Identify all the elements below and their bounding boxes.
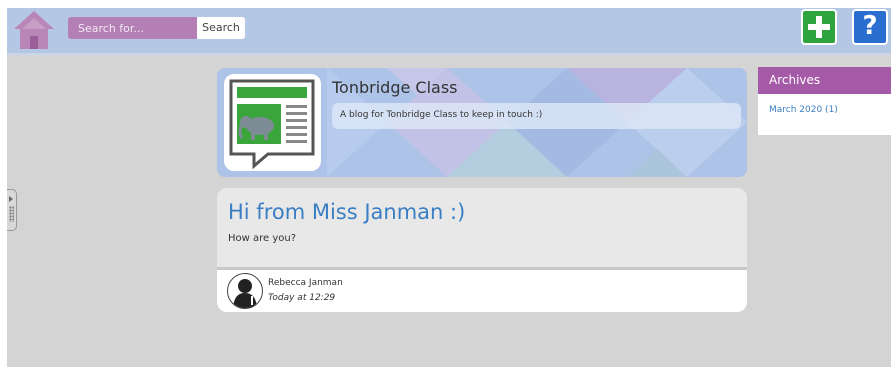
- post-card: Hi from Miss Janman :) How are you? Rebe…: [217, 188, 747, 312]
- plus-icon: [808, 16, 830, 38]
- newspaper-elephant-icon: [229, 79, 315, 170]
- help-button[interactable]: ?: [852, 9, 888, 45]
- sidebar-toggle-handle[interactable]: [7, 189, 17, 231]
- post-timestamp: Today at 12:29: [268, 293, 336, 303]
- post-footer: Rebecca Janman Today at 12:29: [217, 267, 747, 312]
- post-body: How are you?: [228, 233, 297, 244]
- grip-icon: [9, 206, 14, 222]
- post-author: Rebecca Janman: [268, 278, 343, 288]
- blog-description: A blog for Tonbridge Class to keep in to…: [340, 110, 543, 120]
- archives-title: Archives: [769, 73, 821, 87]
- blog-logo: [224, 74, 321, 171]
- post-title[interactable]: Hi from Miss Janman :): [228, 200, 465, 224]
- archives-header: Archives: [758, 67, 891, 94]
- archives-panel: Archives March 2020 (1): [758, 67, 891, 135]
- page-frame: Search ?: [7, 8, 891, 367]
- archive-link[interactable]: March 2020 (1): [769, 105, 838, 115]
- avatar: [227, 273, 263, 309]
- help-icon: ?: [862, 11, 878, 41]
- blog-banner: Tonbridge Class A blog for Tonbridge Cla…: [217, 68, 747, 177]
- blog-title: Tonbridge Class: [332, 78, 458, 97]
- home-button[interactable]: [13, 10, 55, 50]
- user-silhouette-icon: [233, 279, 257, 308]
- top-bar: Search ?: [7, 8, 891, 55]
- search-input[interactable]: [68, 17, 197, 39]
- chevron-right-icon: [9, 196, 13, 202]
- blog-description-box: A blog for Tonbridge Class to keep in to…: [332, 103, 741, 129]
- search-button[interactable]: Search: [197, 17, 245, 39]
- home-icon: [14, 11, 54, 49]
- add-post-button[interactable]: [801, 9, 837, 45]
